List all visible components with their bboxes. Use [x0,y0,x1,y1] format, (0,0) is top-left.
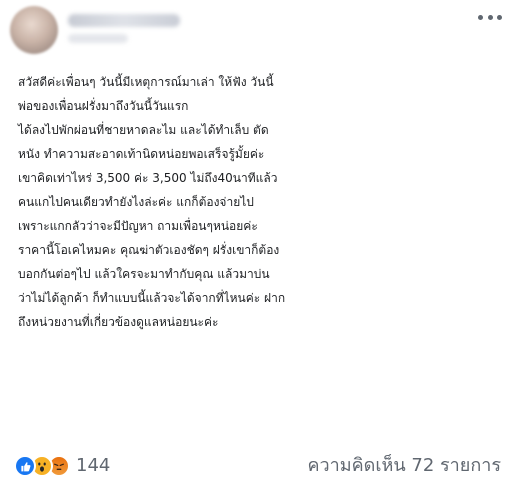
post-text-line: ได้ลงไปพักผ่อนที่ชายหาดละไม และได้ทำเล็บ… [18,123,269,137]
like-reaction-icon [14,455,36,477]
post-text-line: พ่อของเพื่อนฝรั่งมาถึงวันนี้วันแรก [18,99,189,113]
post-text-line: ว่าไม่ได้ลูกค้า ก็ทำแบบนี้แล้วจะได้จากที… [18,291,286,305]
post-footer: 144 ความคิดเห็น 72 รายการ [0,454,515,478]
thumbs-up-icon [20,461,31,471]
post-meta-blurred [68,34,128,43]
post-text-line: หนัง ทำความสะอาดเท้านิดหน่อยพอเสร็จรู้มั… [18,147,265,161]
wow-face-icon [38,462,46,472]
reaction-count: 144 [76,455,111,476]
author-name-blurred[interactable] [68,14,180,27]
dot [487,14,493,20]
post-header [0,0,515,58]
post-text-line: ราคานี้โอเคไหมคะ คุณฆ่าตัวเองชัดๆ ฝรั่งเ… [18,243,280,257]
post-text-line: บอกกันต่อๆไป แล้วใครจะมาทำกับคุณ แล้วมาบ… [18,267,270,281]
avatar[interactable] [10,6,58,54]
angry-face-icon [54,463,64,470]
post-text: สวัสดีค่ะเพื่อนๆ วันนี้มีเหตุการณ์มาเล่า… [18,70,508,334]
more-horizontal-icon[interactable] [478,10,502,24]
post-text-line: เพราะแกกลัวว่าจะมีปัญหา ถามเพื่อนๆหน่อยค… [18,219,258,233]
comments-count-link[interactable]: ความคิดเห็น 72 รายการ [307,454,501,478]
post-text-line: คนแกไปคนเดียวทำยังไงล่ะค่ะ แกก็ต้องจ่ายไ… [18,195,254,209]
reactions-summary[interactable]: 144 [14,454,110,478]
dot [478,14,483,20]
post-text-line: ถึงหน่วยงานที่เกี่ยวข้องดูแลหน่อยนะค่ะ [18,315,219,329]
dot [497,14,502,20]
post-text-line: สวัสดีค่ะเพื่อนๆ วันนี้มีเหตุการณ์มาเล่า… [18,75,274,89]
post-text-line: เขาคิดเท่าไหร่ 3,500 ค่ะ 3,500 ไม่ถึง40น… [18,171,278,185]
facebook-post: สวัสดีค่ะเพื่อนๆ วันนี้มีเหตุการณ์มาเล่า… [0,0,515,478]
